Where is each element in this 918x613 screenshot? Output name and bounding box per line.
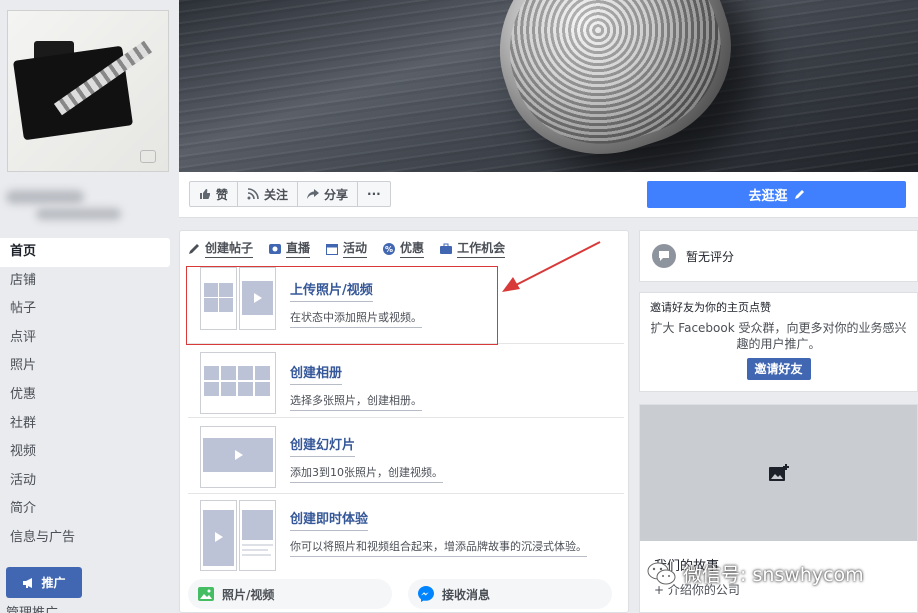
live-video-icon <box>269 243 282 254</box>
tab-label: 活动 <box>343 239 368 258</box>
share-button[interactable]: 分享 <box>298 182 359 206</box>
like-label: 赞 <box>216 187 229 202</box>
option-create-album[interactable]: 创建相册 选择多张照片，创建相册。 <box>188 343 624 416</box>
page-action-bar: 赞 关注 分享 ··· 去逛逛 <box>179 172 918 218</box>
option-desc: 你可以将照片和视频组合起来，增添品牌故事的沉浸式体验。 <box>290 538 587 557</box>
receive-messages-label: 接收消息 <box>442 587 491 602</box>
option-instant-experience[interactable]: 创建即时体验 你可以将照片和视频组合起来，增添品牌故事的沉浸式体验。 <box>188 493 624 572</box>
promote-label: 推广 <box>41 576 66 590</box>
wechat-watermark: 微信号: snswhycom <box>647 560 864 587</box>
follow-button[interactable]: 关注 <box>238 182 299 206</box>
composer-tabs: 创建帖子 直播 活动 % 优惠 工作机会 <box>188 239 506 258</box>
story-image-placeholder[interactable] <box>640 405 917 541</box>
manage-promotions-link[interactable]: 管理推广 <box>6 602 58 613</box>
sidebar-item-videos[interactable]: 视频 <box>0 438 170 467</box>
shop-now-label: 去逛逛 <box>748 189 788 204</box>
instant-experience-thumbnail-icon <box>200 500 276 572</box>
slideshow-thumbnail-icon <box>200 426 276 490</box>
rating-text: 暂无评分 <box>686 249 735 264</box>
rating-card: 暂无评分 <box>639 230 918 282</box>
photo-video-button[interactable]: 照片/视频 <box>188 579 392 609</box>
tab-events[interactable]: 活动 <box>326 239 368 258</box>
svg-text:%: % <box>385 245 393 254</box>
invite-desc: 扩大 Facebook 受众群，向更多对你的业务感兴趣的用户推广。 <box>650 321 907 351</box>
share-arrow-icon <box>307 189 320 199</box>
album-thumbnail-icon <box>200 352 276 416</box>
sidebar-item-info-ads[interactable]: 信息与广告 <box>0 524 170 553</box>
invite-friends-card: 邀请好友为你的主页点赞 扩大 Facebook 受众群，向更多对你的业务感兴趣的… <box>639 292 918 392</box>
tab-create-post[interactable]: 创建帖子 <box>188 239 254 258</box>
option-title: 创建即时体验 <box>290 508 369 531</box>
left-column: 首页 店铺 帖子 点评 照片 优惠 社群 视频 活动 简介 信息与广告 推广 管… <box>0 0 178 613</box>
cover-photo[interactable] <box>179 0 918 172</box>
pencil-icon <box>189 243 199 254</box>
tab-label: 直播 <box>286 239 311 258</box>
watermark-text: 微信号: snswhycom <box>683 564 864 586</box>
option-create-slideshow[interactable]: 创建幻灯片 添加3到10张照片，创建视频。 <box>188 417 624 490</box>
tab-live[interactable]: 直播 <box>269 239 311 258</box>
action-button-group: 赞 关注 分享 ··· <box>189 181 391 207</box>
sidebar-item-offers[interactable]: 优惠 <box>0 381 170 410</box>
receive-messages-button[interactable]: 接收消息 <box>408 579 612 609</box>
thumbs-up-icon <box>200 189 210 199</box>
option-desc: 选择多张照片，创建相册。 <box>290 392 422 411</box>
pencil-icon <box>794 190 804 199</box>
tab-label: 优惠 <box>400 239 425 258</box>
messenger-icon <box>418 586 434 602</box>
annotation-arrow-icon <box>502 241 601 292</box>
photo-video-label: 照片/视频 <box>222 587 275 602</box>
wechat-logo-icon <box>647 562 676 584</box>
like-button[interactable]: 赞 <box>190 182 239 206</box>
invite-title: 邀请好友为你的主页点赞 <box>650 301 771 314</box>
sidebar-item-photos[interactable]: 照片 <box>0 352 170 381</box>
calendar-icon <box>326 243 339 255</box>
page-profile-picture[interactable] <box>7 10 169 172</box>
composer-bottom-bar: 照片/视频 接收消息 <box>188 579 624 609</box>
sidebar-item-about[interactable]: 简介 <box>0 495 170 524</box>
share-label: 分享 <box>324 187 349 202</box>
add-photo-icon <box>768 464 789 481</box>
photo-icon <box>198 587 214 601</box>
option-title: 创建相册 <box>290 362 343 385</box>
sidebar-nav: 首页 店铺 帖子 点评 照片 优惠 社群 视频 活动 简介 信息与广告 <box>0 238 170 553</box>
sidebar-item-events[interactable]: 活动 <box>0 467 170 496</box>
page-name-blurred <box>6 186 121 228</box>
annotation-highlight-box <box>186 266 498 345</box>
sidebar-item-community[interactable]: 社群 <box>0 410 170 439</box>
option-title: 创建幻灯片 <box>290 434 356 457</box>
rss-icon <box>247 188 259 200</box>
chat-bubble-icon <box>652 244 676 268</box>
tab-label: 创建帖子 <box>205 239 254 258</box>
briefcase-icon <box>440 243 453 254</box>
promote-button[interactable]: 推广 <box>6 567 82 598</box>
option-desc: 添加3到10张照片，创建视频。 <box>290 464 443 483</box>
more-label: ··· <box>367 187 381 201</box>
follow-label: 关注 <box>264 187 289 202</box>
camera-icon[interactable] <box>140 150 156 163</box>
megaphone-icon <box>23 577 33 588</box>
invite-friends-button[interactable]: 邀请好友 <box>746 358 811 380</box>
sidebar-item-reviews[interactable]: 点评 <box>0 324 170 353</box>
sidebar-item-shop[interactable]: 店铺 <box>0 267 170 296</box>
tab-jobs[interactable]: 工作机会 <box>440 239 506 258</box>
offer-tag-icon: % <box>383 242 396 255</box>
tab-offers[interactable]: % 优惠 <box>383 239 425 258</box>
more-options-button[interactable]: ··· <box>358 182 390 206</box>
sidebar-item-posts[interactable]: 帖子 <box>0 295 170 324</box>
shop-now-button[interactable]: 去逛逛 <box>647 181 906 208</box>
tab-label: 工作机会 <box>457 239 506 258</box>
sidebar-item-home[interactable]: 首页 <box>0 238 170 267</box>
